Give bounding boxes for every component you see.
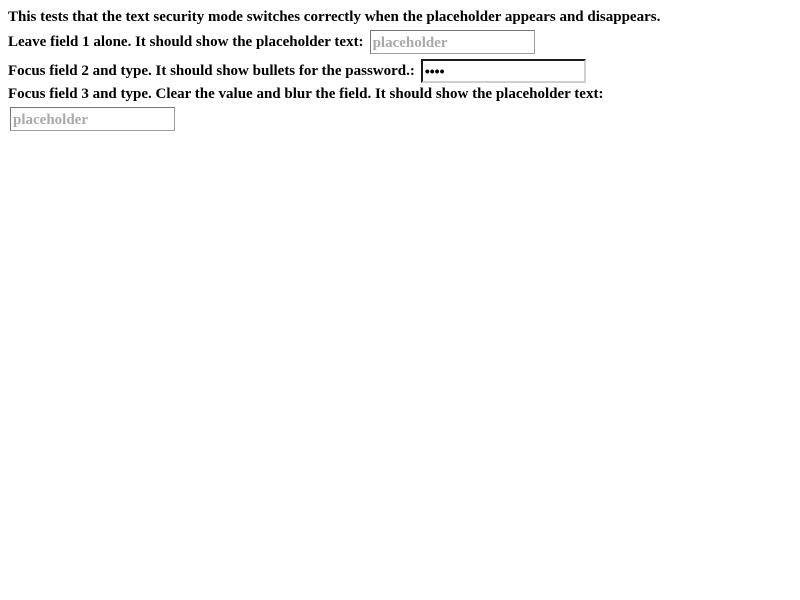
field1-label: Leave field 1 alone. It should show the …: [8, 33, 364, 50]
field2-label: Focus field 2 and type. It should show b…: [8, 62, 415, 79]
page-content: This tests that the text security mode s…: [0, 0, 800, 131]
field3-label: Focus field 3 and type. Clear the value …: [8, 86, 604, 102]
field2-row: Focus field 2 and type. It should show b…: [8, 57, 792, 85]
field1-row: Leave field 1 alone. It should show the …: [8, 27, 792, 57]
password-field-1[interactable]: [369, 30, 535, 54]
password-field-2[interactable]: [420, 59, 586, 83]
password-field-3[interactable]: [10, 107, 175, 131]
intro-text: This tests that the text security mode s…: [8, 9, 661, 25]
